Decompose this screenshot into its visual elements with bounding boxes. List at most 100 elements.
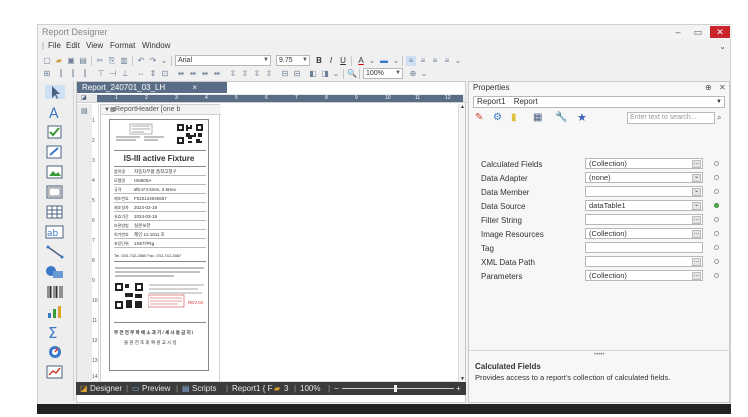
v-spacing-remove-icon[interactable]: ⇳ [264, 69, 274, 79]
property-value[interactable] [585, 242, 703, 253]
property-row-tag[interactable]: Tag [473, 242, 725, 254]
zoom-slider-track[interactable] [342, 388, 454, 389]
subreport-icon[interactable] [45, 365, 65, 379]
h-spacing-icon[interactable]: ⇹ [176, 69, 186, 79]
align-lefts-icon[interactable]: ⫿ [56, 69, 66, 79]
chevron-down-icon[interactable]: ⌄ [692, 174, 701, 182]
ellipsis-button[interactable]: … [692, 272, 701, 280]
v-spacing-inc-icon[interactable]: ⇳ [240, 69, 250, 79]
band-collapse-icon[interactable]: ▤ [81, 107, 88, 115]
label-row[interactable]: 보관방법 실온보관 [114, 222, 206, 230]
ellipsis-button[interactable]: … [692, 160, 701, 168]
events-icon[interactable]: ▮ [511, 112, 517, 123]
close-icon[interactable]: × [192, 82, 197, 93]
document-tab[interactable]: Report_240701_03_LH × [77, 82, 227, 93]
align-bottoms-icon[interactable]: ⊥ [120, 69, 130, 79]
menu-file[interactable]: File [48, 41, 61, 50]
center-vertically-icon[interactable]: ⊟ [292, 69, 302, 79]
back-color-icon[interactable]: ▬ [378, 56, 390, 66]
center-horizontally-icon[interactable]: ⊟ [280, 69, 290, 79]
minimize-button[interactable]: – [670, 26, 686, 38]
description-divider[interactable] [469, 350, 731, 351]
label-row[interactable]: 포장단위 1SET/Pkg [114, 240, 206, 248]
binding-indicator-icon[interactable] [714, 203, 719, 208]
property-row-data-adapter[interactable]: Data Adapter (none) ⌄ [473, 172, 725, 184]
align-center-icon[interactable]: ≡ [418, 56, 428, 66]
h-spacing-remove-icon[interactable]: ⇹ [212, 69, 222, 79]
font-size-combo[interactable]: 9.75 ▼ [276, 55, 310, 66]
binding-indicator-icon[interactable] [714, 175, 719, 180]
close-button[interactable]: ✕ [710, 26, 730, 38]
scroll-up-icon[interactable]: ▲ [460, 104, 465, 110]
designer-tab[interactable]: Designer [90, 382, 122, 395]
binding-indicator-icon[interactable] [714, 245, 719, 250]
property-row-image-resources[interactable]: Image Resources (Collection)… [473, 228, 725, 240]
menu-edit[interactable]: Edit [66, 41, 80, 50]
zoom-combo[interactable]: 100% ▼ [363, 68, 403, 79]
property-value[interactable]: (none) ⌄ [585, 172, 703, 183]
save-all-icon[interactable]: ▤ [78, 56, 88, 66]
magic-wand-icon[interactable]: ✎ [475, 112, 483, 123]
property-value[interactable]: ⌄ [585, 186, 703, 197]
align-tops-icon[interactable]: ⊤ [96, 69, 106, 79]
chevron-down-icon[interactable]: ⌄ [692, 188, 701, 196]
shape-icon[interactable] [45, 265, 65, 279]
label-row[interactable]: 규격 Ø5.5*3.5mm, 2.5Hex [114, 186, 206, 194]
sparkline-icon[interactable]: Σ [45, 324, 65, 342]
same-height-icon[interactable]: ⇕ [148, 69, 158, 79]
same-size-icon[interactable]: ⊡ [160, 69, 170, 79]
chart-icon[interactable] [45, 305, 65, 319]
gauge-icon[interactable] [45, 345, 65, 359]
cut-icon[interactable]: ✂ [95, 56, 105, 66]
binding-indicator-icon[interactable] [714, 161, 719, 166]
ruler-corner-icon[interactable]: ◪ [81, 94, 87, 101]
binding-indicator-icon[interactable] [714, 189, 719, 194]
report-design-surface[interactable]: Report_240701_03_LH × ◪ 1 2 3 4 5 6 7 8 … [76, 81, 467, 403]
label-row[interactable]: 제조일자 2024-02-19 [114, 204, 206, 212]
ellipsis-button[interactable]: … [692, 216, 701, 224]
align-right-icon[interactable]: ≡ [430, 56, 440, 66]
label-row[interactable]: 유효기간 2024-03-19 [114, 213, 206, 221]
search-icon[interactable]: ⌕ [717, 113, 721, 123]
justify-icon[interactable]: ≡ [442, 56, 452, 66]
zoom-in-icon[interactable]: ⊕ [408, 69, 418, 79]
property-value[interactable]: (Collection)… [585, 158, 703, 169]
align-rights-icon[interactable]: ⫿ [80, 69, 90, 79]
save-icon[interactable]: ▣ [66, 56, 76, 66]
copy-icon[interactable]: ⎘ [107, 56, 117, 66]
same-width-icon[interactable]: ⇔ [136, 69, 146, 79]
properties-icon[interactable]: ⚙ [493, 112, 502, 123]
pin-icon[interactable]: ⊕ [705, 82, 712, 94]
close-icon[interactable]: ✕ [719, 82, 726, 94]
v-spacing-icon[interactable]: ⇳ [228, 69, 238, 79]
underline-button[interactable]: U [338, 56, 348, 66]
zoom-in-button[interactable]: + [456, 382, 461, 395]
table-icon[interactable] [45, 205, 65, 219]
binding-indicator-icon[interactable] [714, 231, 719, 236]
new-report-icon[interactable]: ▢ [42, 56, 52, 66]
menu-view[interactable]: View [86, 41, 103, 50]
label-icon[interactable]: A [45, 105, 65, 122]
object-selector[interactable]: Report1 Report ▼ [473, 96, 725, 108]
chevron-down-icon[interactable]: ⌄ [368, 56, 376, 66]
report-page[interactable]: ▼ ▦ ReportHeader [one b IS-III active Fi… [100, 104, 221, 382]
property-value[interactable]: dataTable1 ⌄ [585, 200, 703, 211]
product-label[interactable]: IS-III active Fixture 품목명 자동차부품 흡착고정구 모델명… [109, 119, 209, 371]
chevron-down-icon[interactable]: ⌄ [332, 69, 340, 79]
zoom-out-button[interactable]: − [334, 382, 339, 395]
zoom-slider-thumb[interactable] [394, 385, 397, 392]
pointer-icon[interactable] [45, 85, 65, 99]
chevron-down-icon[interactable]: ⌄ [420, 69, 428, 79]
property-row-data-source[interactable]: Data Source dataTable1 ⌄ [473, 200, 725, 212]
align-grid-icon[interactable]: ⊞ [42, 69, 52, 79]
binding-indicator-icon[interactable] [714, 259, 719, 264]
v-spacing-dec-icon[interactable]: ⇳ [252, 69, 262, 79]
label-row[interactable]: 허가번호 제인 11-1011 호 [114, 231, 206, 239]
scripts-tab[interactable]: Scripts [192, 382, 216, 395]
menu-window[interactable]: Window [142, 41, 170, 50]
property-row-calculated-fields[interactable]: Calculated Fields (Collection)… [473, 158, 725, 170]
checkbox-icon[interactable] [45, 125, 65, 139]
h-spacing-inc-icon[interactable]: ⇹ [188, 69, 198, 79]
preview-tab[interactable]: Preview [142, 382, 170, 395]
report-header-band[interactable]: ▼ ▦ ReportHeader [one b [101, 105, 221, 115]
